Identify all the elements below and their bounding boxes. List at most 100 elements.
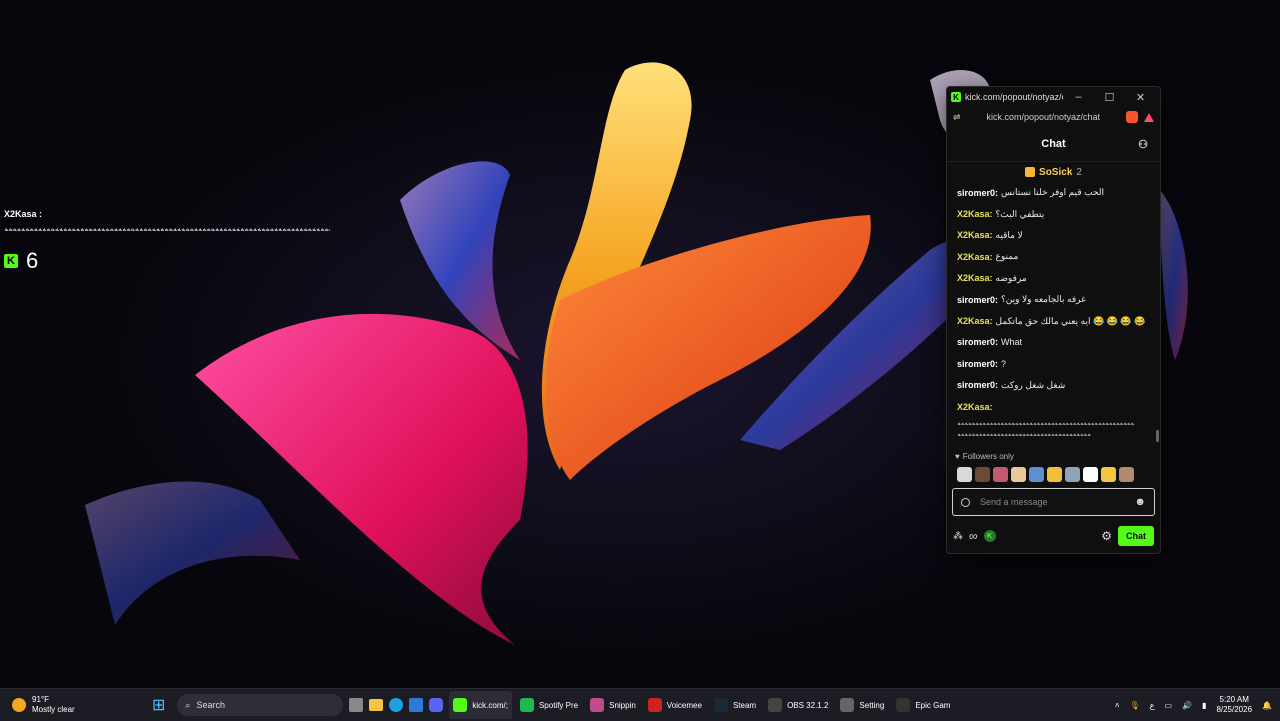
overlay-message: ﻪﻪﻪﻪﻪﻪﻪﻪﻪﻪﻪﻪﻪﻪﻪﻪﻪﻪﻪﻪﻪﻪﻪﻪﻪﻪﻪﻪﻪﻪﻪﻪﻪﻪﻪﻪﻪﻪﻪﻪ… bbox=[4, 226, 330, 232]
message-username[interactable]: siromer0: bbox=[957, 295, 998, 305]
app-icon bbox=[647, 698, 662, 712]
close-icon[interactable]: ✕ bbox=[1125, 91, 1156, 104]
emote-icon[interactable] bbox=[993, 466, 1008, 482]
app-icon bbox=[590, 698, 605, 712]
file-explorer-icon[interactable] bbox=[369, 699, 384, 711]
chat-header: Chat ⚇ bbox=[947, 127, 1160, 162]
message-text: الحب قيم اوفر خلنا نستانس bbox=[1001, 187, 1105, 198]
infinity-icon[interactable]: ∞ bbox=[969, 529, 978, 543]
chat-title: Chat bbox=[1041, 138, 1066, 150]
emote-bar bbox=[947, 464, 1160, 484]
app-label: kick.com/; bbox=[472, 700, 508, 710]
emote-icon[interactable] bbox=[1065, 466, 1080, 482]
desktop-wallpaper: X2Kasa : ﻪﻪﻪﻪﻪﻪﻪﻪﻪﻪﻪﻪﻪﻪﻪﻪﻪﻪﻪﻪﻪﻪﻪﻪﻪﻪﻪﻪﻪﻪﻪ… bbox=[0, 0, 1280, 688]
window-titlebar[interactable]: K kick.com/popout/notyaz/ch... – ☐ ✕ bbox=[947, 87, 1160, 107]
emote-icon[interactable] bbox=[1011, 466, 1026, 482]
overlay-viewer-count: K 6 bbox=[4, 248, 38, 274]
chat-messages[interactable]: siromer0: الحب قيم اوفر خلنا نستانس X2Ka… bbox=[947, 182, 1160, 444]
send-chat-button[interactable]: Chat bbox=[1118, 526, 1154, 546]
clock-date: 8/25/2026 bbox=[1216, 705, 1253, 714]
task-view-icon[interactable] bbox=[349, 698, 364, 712]
message-username[interactable]: X2Kasa: bbox=[957, 402, 993, 412]
taskbar-app[interactable]: Epic Gam bbox=[892, 691, 954, 719]
emote-icon[interactable] bbox=[957, 466, 972, 482]
message-text: ? bbox=[1001, 358, 1007, 369]
kick-points-icon[interactable]: K bbox=[983, 530, 996, 542]
taskbar: 91°F Mostly clear ⊞ ⌕ Search kick.com/; S… bbox=[0, 688, 1280, 721]
reply-icon[interactable] bbox=[961, 497, 970, 507]
emote-icon[interactable] bbox=[1101, 466, 1116, 482]
chat-message: siromer0: شغل شغل روكت bbox=[957, 375, 1150, 396]
message-text: شغل شغل روكت bbox=[1001, 379, 1066, 390]
taskbar-app[interactable]: Spotify Pre bbox=[516, 691, 582, 719]
battery-icon[interactable]: ▮ bbox=[1202, 701, 1206, 710]
taskbar-app[interactable]: OBS 32.1.2 bbox=[764, 691, 832, 719]
rewards-icon[interactable]: ⁂ bbox=[953, 531, 963, 542]
emoji-icon[interactable]: ☻ bbox=[1134, 496, 1146, 508]
message-text: What bbox=[1001, 337, 1023, 348]
message-username[interactable]: X2Kasa: bbox=[957, 316, 993, 326]
brave-rewards-icon[interactable] bbox=[1144, 112, 1154, 122]
minimize-icon[interactable]: – bbox=[1063, 91, 1094, 103]
users-icon[interactable]: ⚇ bbox=[1138, 138, 1148, 151]
taskbar-app[interactable]: Setting bbox=[836, 691, 888, 719]
kick-favicon-icon: K bbox=[951, 92, 961, 102]
message-username[interactable]: siromer0: bbox=[957, 188, 998, 198]
overlay-username: X2Kasa : bbox=[4, 209, 43, 219]
message-username[interactable]: siromer0: bbox=[957, 337, 998, 347]
store-icon[interactable] bbox=[409, 698, 424, 712]
brave-shield-icon[interactable] bbox=[1126, 111, 1138, 123]
message-username[interactable]: X2Kasa: bbox=[957, 230, 993, 240]
emote-icon[interactable] bbox=[1029, 466, 1044, 482]
maximize-icon[interactable]: ☐ bbox=[1094, 91, 1125, 104]
emote-icon[interactable] bbox=[975, 466, 990, 482]
emote-icon[interactable] bbox=[1119, 466, 1134, 482]
app-label: Steam bbox=[732, 700, 757, 710]
taskbar-app[interactable]: Steam bbox=[710, 691, 760, 719]
taskbar-app[interactable]: kick.com/; bbox=[449, 691, 512, 719]
search-icon: ⌕ bbox=[185, 699, 191, 710]
network-icon[interactable]: ▭ bbox=[1165, 701, 1173, 710]
taskbar-app[interactable]: Voicemee bbox=[644, 691, 706, 719]
language-indicator[interactable]: ع bbox=[1150, 701, 1155, 710]
chat-message: X2Kasa: مرفوضه bbox=[957, 268, 1150, 289]
message-username[interactable]: X2Kasa: bbox=[957, 209, 993, 219]
notifications-icon[interactable]: 🔔 bbox=[1262, 701, 1272, 710]
taskbar-app[interactable]: Snippin bbox=[586, 691, 640, 719]
chat-actions: ⁂ ∞ K ⚙ Chat bbox=[947, 526, 1160, 546]
chat-message: siromer0: غرفه بالجامعه ولا وين؟ bbox=[957, 289, 1150, 310]
clock-time: 5:20 AM bbox=[1219, 695, 1249, 704]
chat-message: X2Kasa: ممنوع bbox=[957, 246, 1150, 267]
emote-icon[interactable] bbox=[1047, 466, 1062, 482]
weather-widget[interactable]: 91°F Mostly clear bbox=[0, 695, 152, 715]
search-label: Search bbox=[196, 700, 225, 710]
gear-icon[interactable]: ⚙ bbox=[1101, 529, 1112, 543]
app-label: Spotify Pre bbox=[538, 700, 579, 710]
address-bar: ⇌ kick.com/popout/notyaz/chat bbox=[947, 107, 1160, 127]
message-input[interactable] bbox=[978, 496, 1127, 508]
edge-icon[interactable] bbox=[389, 698, 404, 712]
windows-start-icon[interactable]: ⊞ bbox=[152, 695, 165, 715]
app-label: Voicemee bbox=[666, 700, 702, 710]
microphone-icon[interactable]: 🎙 bbox=[1130, 701, 1140, 710]
pinned-username: SoSick bbox=[1039, 166, 1073, 178]
clock[interactable]: 5:20 AM 8/25/2026 bbox=[1216, 695, 1252, 715]
message-username[interactable]: siromer0: bbox=[957, 380, 998, 390]
taskbar-search[interactable]: ⌕ Search bbox=[177, 694, 344, 716]
app-icon bbox=[768, 698, 783, 712]
show-hidden-icon[interactable]: ˄ bbox=[1115, 701, 1120, 710]
chat-message: siromer0: ? bbox=[957, 353, 1150, 374]
message-username[interactable]: siromer0: bbox=[957, 359, 998, 369]
volume-icon[interactable]: 🔊 bbox=[1182, 701, 1192, 710]
message-text: غرفه بالجامعه ولا وين؟ bbox=[1001, 294, 1086, 305]
site-settings-icon[interactable]: ⇌ bbox=[953, 112, 961, 123]
discord-icon[interactable] bbox=[429, 698, 444, 712]
emote-icon[interactable] bbox=[1083, 466, 1098, 482]
message-text: ايه يعني مالك حق ماتكمل 😂 😂 😂 😂 bbox=[995, 315, 1146, 326]
pinned-gifter[interactable]: SoSick 2 bbox=[947, 162, 1160, 182]
chat-scrollbar[interactable] bbox=[1156, 430, 1159, 442]
message-username[interactable]: X2Kasa: bbox=[957, 252, 993, 262]
message-username[interactable]: X2Kasa: bbox=[957, 273, 993, 283]
url-text[interactable]: kick.com/popout/notyaz/chat bbox=[967, 112, 1120, 122]
message-input-box[interactable]: ☻ bbox=[952, 488, 1155, 516]
